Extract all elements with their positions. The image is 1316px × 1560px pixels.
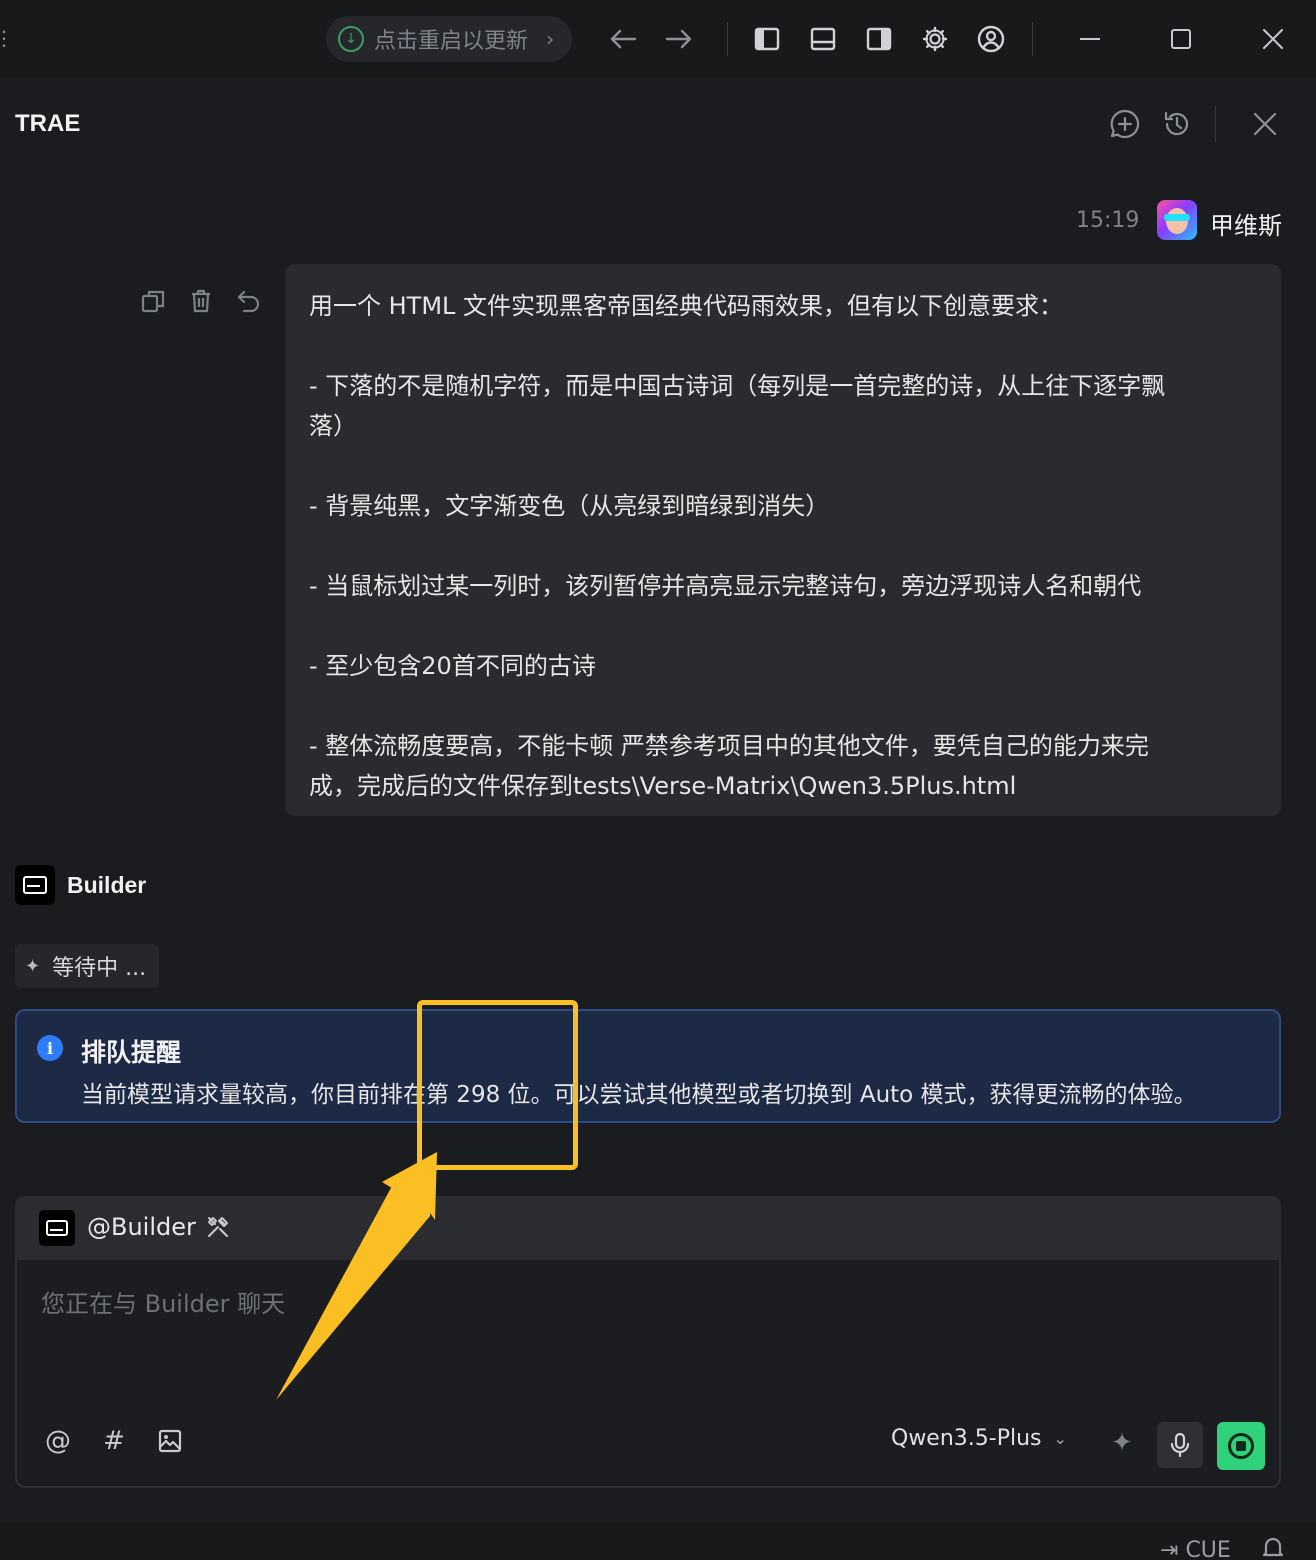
- user-message-bubble: 用一个 HTML 文件实现黑客帝国经典代码雨效果，但有以下创意要求： - 下落的…: [285, 264, 1281, 816]
- cue-status[interactable]: ⇥ CUE: [1160, 1538, 1231, 1560]
- stop-button[interactable]: [1217, 1422, 1265, 1470]
- arrow-left-icon[interactable]: [606, 22, 640, 56]
- header-divider: [1215, 106, 1216, 142]
- mic-button[interactable]: [1157, 1422, 1203, 1468]
- message-line: 落）: [309, 412, 357, 440]
- gear-icon[interactable]: [918, 22, 952, 56]
- minimize-icon[interactable]: [1073, 22, 1107, 56]
- maximize-icon[interactable]: [1164, 22, 1198, 56]
- new-chat-icon[interactable]: [1107, 106, 1143, 142]
- tools-icon[interactable]: [205, 1214, 231, 1240]
- update-label: 点击重启以更新: [374, 29, 529, 54]
- user-avatar: [1157, 200, 1197, 240]
- builder-name: Builder: [67, 872, 147, 898]
- layout-bottom-icon[interactable]: [806, 22, 840, 56]
- queue-alert-title: 排队提醒: [81, 1038, 182, 1067]
- status-bar: ⇥ CUE: [0, 1522, 1316, 1560]
- hash-icon[interactable]: #: [97, 1424, 131, 1458]
- queue-alert-message: 当前模型请求量较高，你目前排在第 298 位。可以尝试其他模型或者切换到 Aut…: [81, 1082, 1197, 1108]
- chevron-down-icon: ⌄: [1053, 1429, 1067, 1448]
- chevron-right-icon: ›: [546, 27, 555, 51]
- layout-right-icon[interactable]: [862, 22, 896, 56]
- copy-icon[interactable]: [138, 286, 168, 316]
- truncated-edge-glyph: ⋮: [0, 26, 14, 50]
- info-icon: i: [37, 1035, 63, 1061]
- message-line: - 整体流畅度要高，不能卡顿 严禁参考项目中的其他文件，要凭自己的能力来完: [309, 732, 1149, 760]
- image-icon[interactable]: [153, 1424, 187, 1458]
- cue-label: CUE: [1185, 1538, 1231, 1560]
- close-panel-icon[interactable]: [1247, 106, 1283, 142]
- message-line: - 背景纯黑，文字渐变色（从亮绿到暗绿到消失）: [309, 492, 830, 520]
- layout-left-icon[interactable]: [750, 22, 784, 56]
- mic-icon: [1170, 1432, 1190, 1458]
- builder-agent-icon: [15, 865, 55, 905]
- message-line: - 当鼠标划过某一列时，该列暂停并高亮显示完整诗句，旁边浮现诗人名和朝代: [309, 572, 1142, 600]
- title-bar: ⋮ ↓ 点击重启以更新 ›: [0, 0, 1316, 78]
- chat-input[interactable]: 您正在与 Builder 聊天 @ # Qwen3.5-Plus ⌄ ✦: [15, 1260, 1281, 1488]
- annotation-highlight-box: [417, 1000, 578, 1170]
- history-icon[interactable]: [1159, 106, 1195, 142]
- queue-alert: i 排队提醒 当前模型请求量较高，你目前排在第 298 位。可以尝试其他模型或者…: [15, 1009, 1281, 1123]
- trash-icon[interactable]: [186, 286, 216, 316]
- arrow-right-icon[interactable]: [662, 22, 696, 56]
- model-name: Qwen3.5-Plus: [891, 1426, 1042, 1451]
- titlebar-divider: [727, 22, 728, 56]
- at-icon[interactable]: @: [41, 1424, 75, 1458]
- builder-agent-icon: [39, 1210, 75, 1246]
- panel-title: TRAE: [15, 110, 81, 137]
- message-timestamp: 15:19: [1076, 208, 1140, 233]
- message-line: 成，完成后的文件保存到tests\Verse-Matrix\Qwen3.5Plu…: [309, 772, 1017, 800]
- bell-icon[interactable]: [1260, 1534, 1288, 1560]
- message-line: - 至少包含20首不同的古诗: [309, 652, 596, 680]
- user-name: 甲维斯: [1210, 212, 1282, 240]
- waiting-label: 等待中 ...: [52, 956, 147, 981]
- composer-header: @Builder: [15, 1196, 1281, 1260]
- account-icon[interactable]: [974, 22, 1008, 56]
- sparkle-icon: ✦: [25, 955, 41, 977]
- close-icon[interactable]: [1256, 22, 1290, 56]
- chat-composer: @Builder 您正在与 Builder 聊天 @ # Qwen3.5-Plu…: [15, 1196, 1281, 1488]
- message-line: 用一个 HTML 文件实现黑客帝国经典代码雨效果，但有以下创意要求：: [309, 292, 1064, 320]
- agent-mention[interactable]: @Builder: [87, 1213, 196, 1241]
- sparkle-icon[interactable]: ✦: [1105, 1426, 1139, 1460]
- titlebar-divider: [1032, 22, 1033, 56]
- chat-input-placeholder: 您正在与 Builder 聊天: [41, 1290, 286, 1318]
- undo-icon[interactable]: [234, 286, 264, 316]
- model-selector[interactable]: Qwen3.5-Plus ⌄: [891, 1426, 1067, 1451]
- download-icon: ↓: [338, 26, 364, 52]
- waiting-status-chip: ✦ 等待中 ...: [15, 944, 159, 988]
- message-line: - 下落的不是随机字符，而是中国古诗词（每列是一首完整的诗，从上往下逐字飘: [309, 372, 1166, 400]
- restart-update-button[interactable]: ↓ 点击重启以更新 ›: [326, 16, 572, 62]
- stop-icon: [1228, 1433, 1254, 1459]
